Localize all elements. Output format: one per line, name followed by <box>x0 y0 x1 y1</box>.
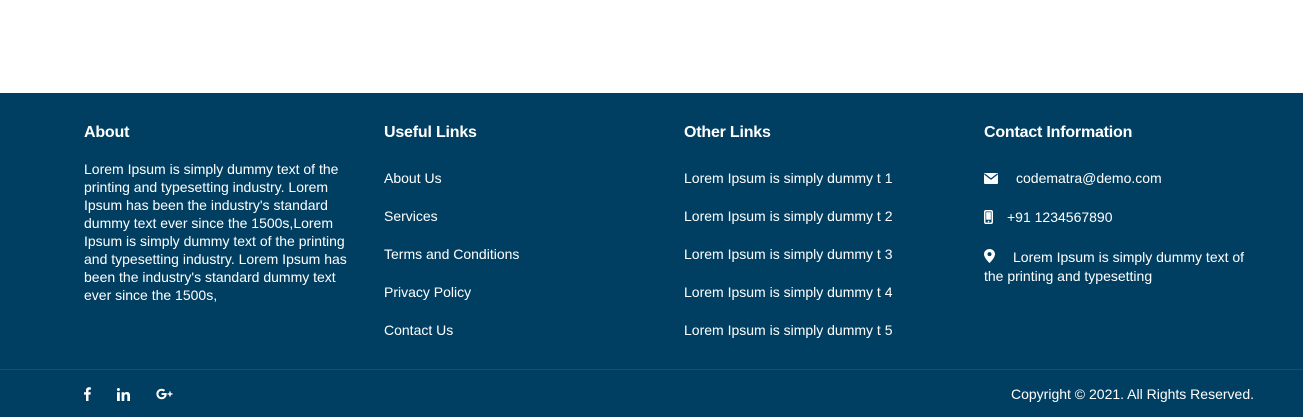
contact-list: codematra@demo.com +91 1234567890 Lorem … <box>984 169 1254 305</box>
google-plus-icon[interactable] <box>156 384 174 404</box>
other-link-1[interactable]: Lorem Ipsum is simply dummy t 1 <box>684 169 893 207</box>
contact-heading: Contact Information <box>984 124 1133 141</box>
other-links-heading: Other Links <box>684 124 771 141</box>
footer-divider <box>0 369 1303 370</box>
other-link-2[interactable]: Lorem Ipsum is simply dummy t 2 <box>684 207 893 245</box>
page-top-blank-area <box>0 0 1303 93</box>
other-link-5[interactable]: Lorem Ipsum is simply dummy t 5 <box>684 321 893 359</box>
useful-links-heading: Useful Links <box>384 124 477 141</box>
map-marker-icon <box>984 248 995 267</box>
useful-links-list: About Us Services Terms and Conditions P… <box>384 169 519 359</box>
contact-email: codematra@demo.com <box>984 169 1254 188</box>
footer-link-about-us[interactable]: About Us <box>384 169 519 207</box>
contact-phone-text[interactable]: +91 1234567890 <box>1007 209 1113 225</box>
copyright-text: Copyright © 2021. All Rights Reserved. <box>1011 386 1254 402</box>
other-link-4[interactable]: Lorem Ipsum is simply dummy t 4 <box>684 283 893 321</box>
other-links-list: Lorem Ipsum is simply dummy t 1 Lorem Ip… <box>684 169 893 359</box>
contact-address: Lorem Ipsum is simply dummy text of the … <box>984 248 1254 285</box>
about-text: Lorem Ipsum is simply dummy text of the … <box>84 161 347 303</box>
envelope-icon <box>984 170 998 188</box>
contact-phone: +91 1234567890 <box>984 208 1254 227</box>
other-link-3[interactable]: Lorem Ipsum is simply dummy t 3 <box>684 245 893 283</box>
contact-address-text: Lorem Ipsum is simply dummy text of the … <box>984 248 1245 284</box>
site-footer: About Lorem Ipsum is simply dummy text o… <box>0 93 1303 417</box>
social-links <box>84 384 200 404</box>
contact-email-text[interactable]: codematra@demo.com <box>1016 170 1162 186</box>
footer-link-privacy-policy[interactable]: Privacy Policy <box>384 283 519 321</box>
about-heading: About <box>84 124 130 141</box>
footer-link-contact-us[interactable]: Contact Us <box>384 321 519 359</box>
footer-link-services[interactable]: Services <box>384 207 519 245</box>
linkedin-icon[interactable] <box>117 384 130 404</box>
mobile-phone-icon <box>984 209 993 228</box>
facebook-icon[interactable] <box>84 384 91 404</box>
footer-link-terms[interactable]: Terms and Conditions <box>384 245 519 283</box>
